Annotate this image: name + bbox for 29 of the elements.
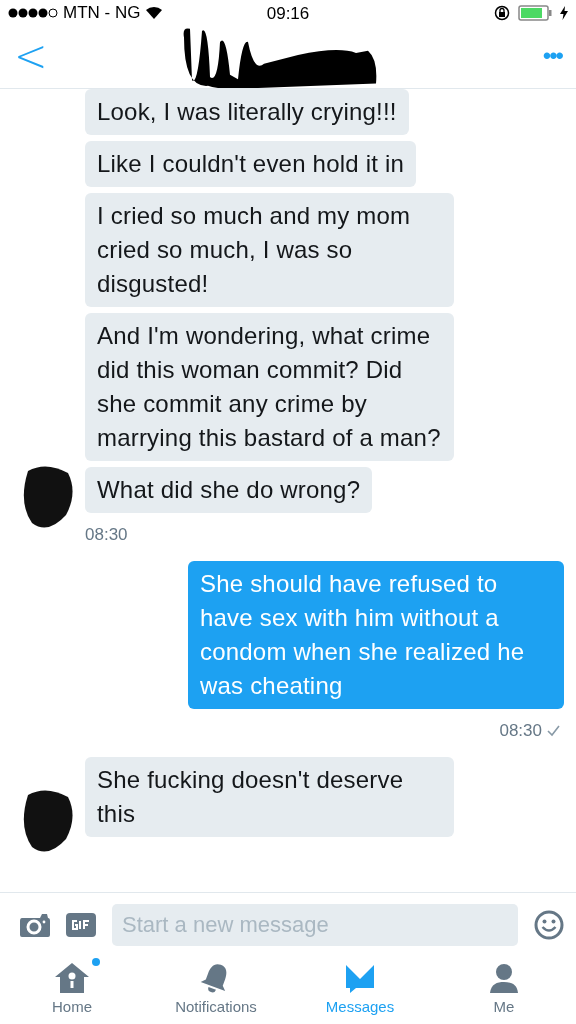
emoji-icon[interactable]	[534, 910, 564, 940]
message-input[interactable]: Start a new message	[112, 904, 518, 946]
rotation-lock-icon	[494, 5, 510, 21]
signal-icon	[8, 8, 58, 18]
battery-icon	[518, 5, 552, 21]
message-time: 08:30	[499, 721, 542, 741]
tab-button[interactable]: Me	[432, 957, 576, 1021]
person-icon	[488, 962, 520, 994]
message-bubble: Look, I was literally crying!!!	[85, 89, 409, 135]
message-bubble: I cried so much and my mom cried so much, I was so disgusted!	[85, 193, 454, 307]
message-bubble: She should have refused to have sex with him without a condom when she realized he was cheating	[188, 561, 564, 709]
gif-icon[interactable]	[66, 913, 96, 937]
clock-time: 09:16	[266, 4, 310, 24]
more-button[interactable]: •••	[542, 42, 562, 70]
tab-button[interactable]: Notifications	[144, 957, 288, 1021]
tab-button[interactable]: Messages	[288, 957, 432, 1021]
camera-icon[interactable]	[20, 913, 50, 937]
message-time: 08:30	[85, 525, 128, 545]
home-icon	[54, 962, 90, 994]
back-button[interactable]: <	[14, 34, 48, 78]
envelope-icon	[344, 962, 376, 994]
message-bubble: Like I couldn't even hold it in	[85, 141, 416, 187]
message-bubble: She fucking doesn't deserve this	[85, 757, 454, 837]
message-bubble: And I'm wondering, what crime did this woman commit? Did she commit any crime by marrying this bastard of a man?	[85, 313, 454, 461]
wifi-icon	[145, 6, 164, 20]
carrier-name: MTN - NG	[63, 3, 141, 23]
tab-button[interactable]: Home	[0, 957, 144, 1021]
charging-bolt-icon	[560, 6, 568, 20]
message-bubble: What did she do wrong?	[85, 467, 373, 513]
